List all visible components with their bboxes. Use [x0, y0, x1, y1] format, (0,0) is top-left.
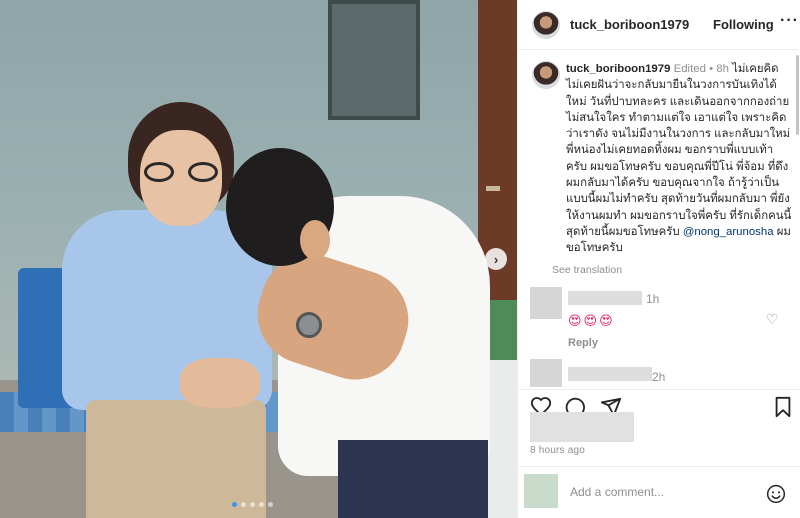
man-jeans	[338, 440, 488, 518]
more-icon[interactable]: ···	[780, 12, 799, 30]
woman-skirt	[86, 400, 266, 518]
caption-time: 8h	[716, 63, 729, 75]
caption-text: ไม่เคยคิด ไม่เคยฝันว่าจะกลับมายืนในวงการ…	[566, 63, 792, 238]
bookmark-icon[interactable]	[773, 396, 793, 418]
comment-avatar[interactable]	[530, 287, 562, 319]
comments-scroll-area[interactable]: tuck_boriboon1979 Edited • 8h ไม่เคยคิด …	[518, 51, 800, 388]
chevron-right-icon: ›	[493, 251, 499, 267]
carousel-dot	[250, 502, 255, 507]
comments-scrollbar[interactable]	[796, 55, 799, 135]
heart-icon[interactable]: ♡	[766, 311, 779, 328]
comment-item: 2h	[530, 359, 792, 388]
see-translation-link[interactable]: See translation	[552, 264, 622, 276]
add-comment-input[interactable]	[570, 485, 760, 499]
comment-username-blurred[interactable]	[568, 291, 642, 305]
comment-item: 1h 😍😍😍 ♡ Reply	[530, 287, 792, 357]
carousel-dot	[241, 502, 246, 507]
wristwatch	[296, 312, 322, 338]
emoji-icon[interactable]	[766, 484, 786, 504]
author-avatar[interactable]	[532, 11, 560, 39]
caption-avatar[interactable]	[532, 61, 560, 89]
caption-username[interactable]: tuck_boriboon1979	[566, 63, 670, 75]
carousel-dot	[259, 502, 264, 507]
post-timestamp: 8 hours ago	[530, 445, 586, 456]
current-user-avatar	[524, 474, 558, 508]
carousel-dots	[232, 502, 273, 507]
caption-body: tuck_boriboon1979 Edited • 8h ไม่เคยคิด …	[566, 61, 792, 257]
comment-avatar[interactable]	[530, 359, 562, 387]
woman-hands	[180, 358, 260, 408]
man-ear	[300, 220, 330, 260]
add-comment-bar	[518, 466, 800, 518]
carousel-dot	[268, 502, 273, 507]
post-header: tuck_boriboon1979 Following ···	[518, 0, 800, 50]
author-username[interactable]: tuck_boriboon1979	[570, 17, 689, 32]
comment-username-blurred[interactable]	[568, 367, 652, 381]
woman-glasses	[144, 162, 218, 182]
comment-time: 2h	[652, 370, 666, 384]
caption-mention-link[interactable]: @nong_arunosha	[683, 226, 774, 238]
post-photo[interactable]: ›	[0, 0, 517, 518]
carousel-dot	[232, 502, 237, 507]
post-side-panel: tuck_boriboon1979 Following ··· tuck_bor…	[517, 0, 800, 518]
carousel-next-button[interactable]: ›	[485, 248, 507, 270]
likes-count-blurred[interactable]	[530, 412, 634, 442]
background-window	[328, 0, 420, 120]
edited-label: Edited	[673, 63, 706, 75]
comment-time: 1h	[646, 292, 660, 306]
following-button[interactable]: Following	[713, 17, 774, 32]
reply-button[interactable]: Reply	[568, 337, 598, 349]
comment-text: 😍😍😍	[568, 313, 615, 328]
